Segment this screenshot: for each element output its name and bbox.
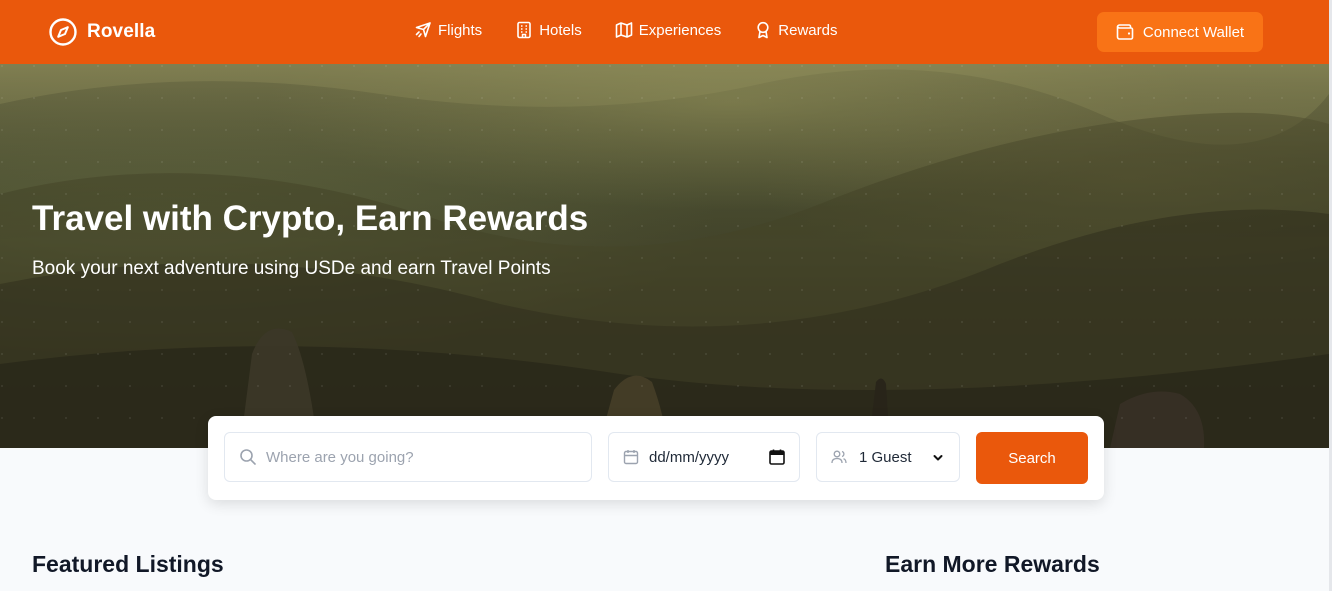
nav-item-label: Hotels [539, 21, 582, 39]
wallet-icon [1116, 24, 1134, 40]
hero-subtitle: Book your next adventure using USDe and … [32, 258, 551, 279]
nav-item-experiences[interactable]: Experiences [615, 21, 722, 39]
users-icon [831, 450, 847, 464]
date-input[interactable]: dd/mm/yyyy [608, 432, 800, 482]
award-icon [757, 21, 769, 39]
search-panel: Where are you going? dd/mm/yyyy 1 Guest … [208, 416, 1104, 500]
brand-name: Rovella [87, 21, 156, 42]
chevron-down-icon [933, 455, 943, 461]
destination-input[interactable]: Where are you going? [224, 432, 592, 482]
featured-listings-title: Featured Listings [32, 551, 224, 577]
main-nav: Flights Hotels Experiences Rewards [414, 21, 837, 39]
calendar-icon [623, 450, 639, 465]
destination-placeholder: Where are you going? [266, 448, 414, 466]
search-button[interactable]: Search [976, 432, 1088, 484]
hero-banner: Travel with Crypto, Earn Rewards Book yo… [0, 64, 1329, 448]
nav-item-flights[interactable]: Flights [414, 21, 482, 39]
nav-item-hotels[interactable]: Hotels [515, 21, 582, 39]
calendar-picker-icon[interactable] [769, 449, 785, 465]
guests-value: 1 Guest [859, 448, 912, 466]
hero-title: Travel with Crypto, Earn Rewards [32, 199, 589, 238]
top-navbar: Rovella Flights Hotels Experiences Rewar… [0, 0, 1329, 64]
connect-wallet-button[interactable]: Connect Wallet [1097, 12, 1263, 52]
compass-icon [49, 18, 77, 46]
nav-item-label: Rewards [778, 21, 838, 39]
brand-logo[interactable]: Rovella [48, 17, 155, 47]
nav-item-rewards[interactable]: Rewards [754, 21, 837, 39]
earn-rewards-title: Earn More Rewards [885, 551, 1100, 577]
connect-wallet-label: Connect Wallet [1142, 23, 1245, 41]
map-icon [615, 22, 633, 38]
building-icon [517, 21, 531, 39]
guests-select[interactable]: 1 Guest [816, 432, 960, 482]
date-value: dd/mm/yyyy [649, 448, 730, 466]
nav-item-label: Flights [438, 21, 483, 39]
plane-icon [415, 22, 431, 38]
hero-background-image [0, 64, 1329, 448]
nav-item-label: Experiences [638, 21, 722, 39]
search-icon [240, 449, 256, 465]
